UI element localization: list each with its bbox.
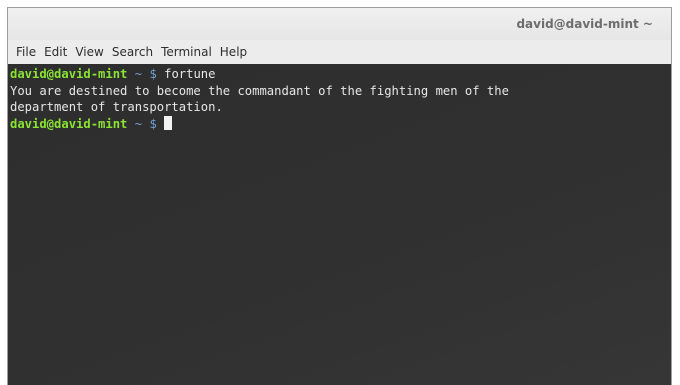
terminal-window: david@david-mint ~ File Edit View Search…	[7, 7, 672, 385]
menu-view[interactable]: View	[72, 45, 108, 59]
output-line: You are destined to become the commandan…	[10, 83, 509, 98]
text-cursor	[164, 115, 173, 130]
prompt-path: ~	[134, 67, 143, 81]
menu-bar: File Edit View Search Terminal Help	[8, 40, 671, 64]
menu-file[interactable]: File	[13, 45, 41, 59]
output-line: department of transportation.	[10, 100, 223, 114]
prompt-line: david@david-mint ~ $	[10, 115, 671, 133]
title-bar[interactable]: david@david-mint ~	[8, 8, 671, 40]
terminal-area[interactable]: david@david-mint ~ $ fortune You are des…	[8, 64, 671, 385]
prompt-path: ~	[134, 116, 143, 131]
menu-edit[interactable]: Edit	[41, 45, 72, 59]
prompt-user: david@david-mint	[10, 116, 128, 131]
menu-help[interactable]: Help	[217, 45, 252, 59]
menu-search[interactable]: Search	[109, 45, 158, 59]
prompt-symbol: $	[149, 116, 157, 131]
prompt-symbol: $	[149, 67, 157, 81]
prompt-line: david@david-mint ~ $ fortune	[10, 66, 671, 83]
prompt-user: david@david-mint	[10, 67, 128, 81]
window-title: david@david-mint ~	[516, 17, 653, 31]
command-text: fortune	[164, 67, 216, 81]
menu-terminal[interactable]: Terminal	[158, 45, 217, 59]
